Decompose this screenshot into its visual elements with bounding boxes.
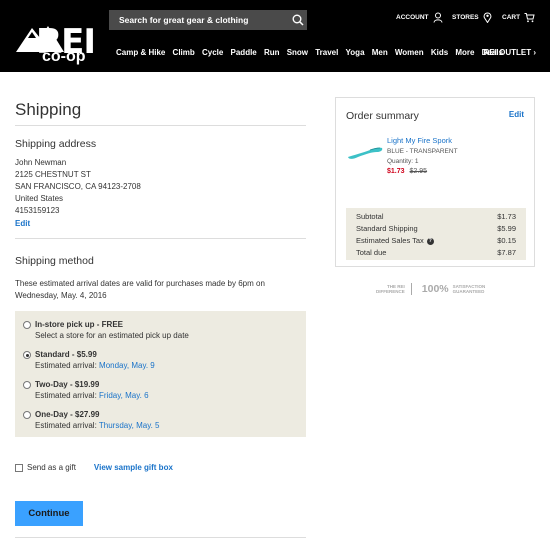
nav-run[interactable]: Run [264,48,280,57]
order-totals: Subtotal $1.73 Standard Shipping $5.99 E… [346,208,526,260]
gift-checkbox[interactable] [15,463,23,472]
account-icon [433,12,442,23]
satisfaction-guarantee-badge: THE REI DIFFERENCE 100% SATISFACTION GUA… [376,283,485,295]
account-label: ACCOUNT [396,14,429,21]
tax-row: Estimated Sales Tax? $0.15 [356,235,516,247]
option-title: In-store pick up - FREE [35,320,124,329]
option-title: Two-Day - $19.99 [35,380,100,389]
sample-gift-box-link[interactable]: View sample gift box [94,463,173,472]
guarantee-separator [410,283,412,295]
site-header: REI co-op Search for great gear & clothi… [0,0,550,72]
shipping-row: Standard Shipping $5.99 [356,223,516,235]
option-standard[interactable]: Standard - $5.99 Estimated arrival: Mond… [23,349,155,371]
option-one-day[interactable]: One-Day - $27.99 Estimated arrival: Thur… [23,409,160,431]
stores-label: STORES [452,14,479,21]
total-label: Estimated Sales Tax [356,236,424,245]
total-label: Subtotal [356,212,384,221]
option-two-day[interactable]: Two-Day - $19.99 Estimated arrival: Frid… [23,379,149,401]
main-nav: Camp & Hike Climb Cycle Paddle Run Snow … [116,48,510,57]
product-color: BLUE - TRANSPARENT [387,148,458,155]
guarantee-percent: 100% [421,283,449,295]
arrival-date: Friday, May. 6 [99,391,149,400]
nav-snow[interactable]: Snow [287,48,308,57]
shipping-address-heading: Shipping address [15,138,97,150]
arrival-note: These estimated arrival dates are valid … [15,279,265,300]
original-price: $2.95 [409,168,428,175]
total-value: $5.99 [497,224,516,233]
order-summary-panel: Order summary Edit Light My Fire Spork B… [335,97,535,267]
divider [15,238,306,239]
gift-option: Send as a gift View sample gift box [15,463,173,472]
nav-men[interactable]: Men [372,48,388,57]
cart-icon [524,13,535,23]
product-quantity: Quantity: 1 [387,158,419,165]
cart-label: CART [502,14,521,21]
cart-link[interactable]: CART [502,12,535,23]
edit-address-link[interactable]: Edit [15,219,30,228]
option-title: Standard - $5.99 [35,350,97,359]
option-description: Estimated arrival: [35,361,100,370]
guarantee-left-bottom: DIFFERENCE [376,289,405,294]
nav-more[interactable]: More [455,48,474,57]
nav-camp-hike[interactable]: Camp & Hike [116,48,165,57]
address-street: 2125 CHESTNUT ST [15,170,91,179]
guarantee-right-bottom: GUARANTEED [452,289,485,294]
nav-travel[interactable]: Travel [315,48,338,57]
rei-logo[interactable]: REI co-op [14,8,96,65]
order-summary-heading: Order summary [346,110,419,122]
arrival-date: Thursday, May. 5 [98,421,160,430]
arrival-date: Monday, May. 9 [99,361,155,370]
spork-product-image[interactable] [346,142,384,162]
continue-button[interactable]: Continue [15,501,83,526]
radio-button[interactable] [23,381,31,389]
logo-subtext: co-op [42,48,86,65]
nav-climb[interactable]: Climb [173,48,195,57]
subtotal-row: Subtotal $1.73 [356,211,516,223]
stores-link[interactable]: STORES [452,12,492,23]
total-label: Standard Shipping [356,224,418,233]
option-in-store-pickup[interactable]: In-store pick up - FREE Select a store f… [23,319,189,341]
sale-price: $1.73 [387,168,405,175]
page-title: Shipping [15,100,82,119]
option-description: Estimated arrival: [35,421,99,430]
option-description: Select a store for an estimated pick up … [35,331,189,340]
option-description: Estimated arrival: [35,391,100,400]
radio-button-selected[interactable] [23,351,31,359]
search-input[interactable]: Search for great gear & clothing [119,15,289,25]
total-value: $1.73 [497,212,516,221]
radio-button[interactable] [23,321,31,329]
total-due-row: Total due $7.87 [356,247,516,259]
option-title: One-Day - $27.99 [35,410,100,419]
nav-women[interactable]: Women [395,48,424,57]
product-name-link[interactable]: Light My Fire Spork [387,136,452,145]
divider [15,125,306,126]
edit-cart-link[interactable]: Edit [509,110,524,119]
shipping-method-heading: Shipping method [15,255,94,267]
location-pin-icon [483,12,491,23]
shipping-method-options: In-store pick up - FREE Select a store f… [15,311,306,437]
product-price: $1.73 $2.95 [387,168,427,175]
search-icon[interactable] [289,10,307,30]
rei-outlet-link[interactable]: REI OUTLET › [484,48,536,57]
radio-button[interactable] [23,411,31,419]
address-city: SAN FRANCISCO, CA 94123-2708 [15,182,141,191]
nav-paddle[interactable]: Paddle [231,48,257,57]
address-country: United States [15,194,64,203]
search-bar[interactable]: Search for great gear & clothing [109,10,307,30]
nav-kids[interactable]: Kids [431,48,448,57]
divider [15,537,306,538]
address-name: John Newman [15,158,67,167]
nav-yoga[interactable]: Yoga [346,48,365,57]
address-phone: 4153159123 [15,206,60,215]
total-label: Total due [356,248,387,257]
total-value: $0.15 [497,236,516,245]
nav-cycle[interactable]: Cycle [202,48,223,57]
account-link[interactable]: ACCOUNT [396,12,443,23]
help-icon[interactable]: ? [426,237,434,245]
gift-label[interactable]: Send as a gift [27,463,76,472]
total-value: $7.87 [497,248,516,257]
